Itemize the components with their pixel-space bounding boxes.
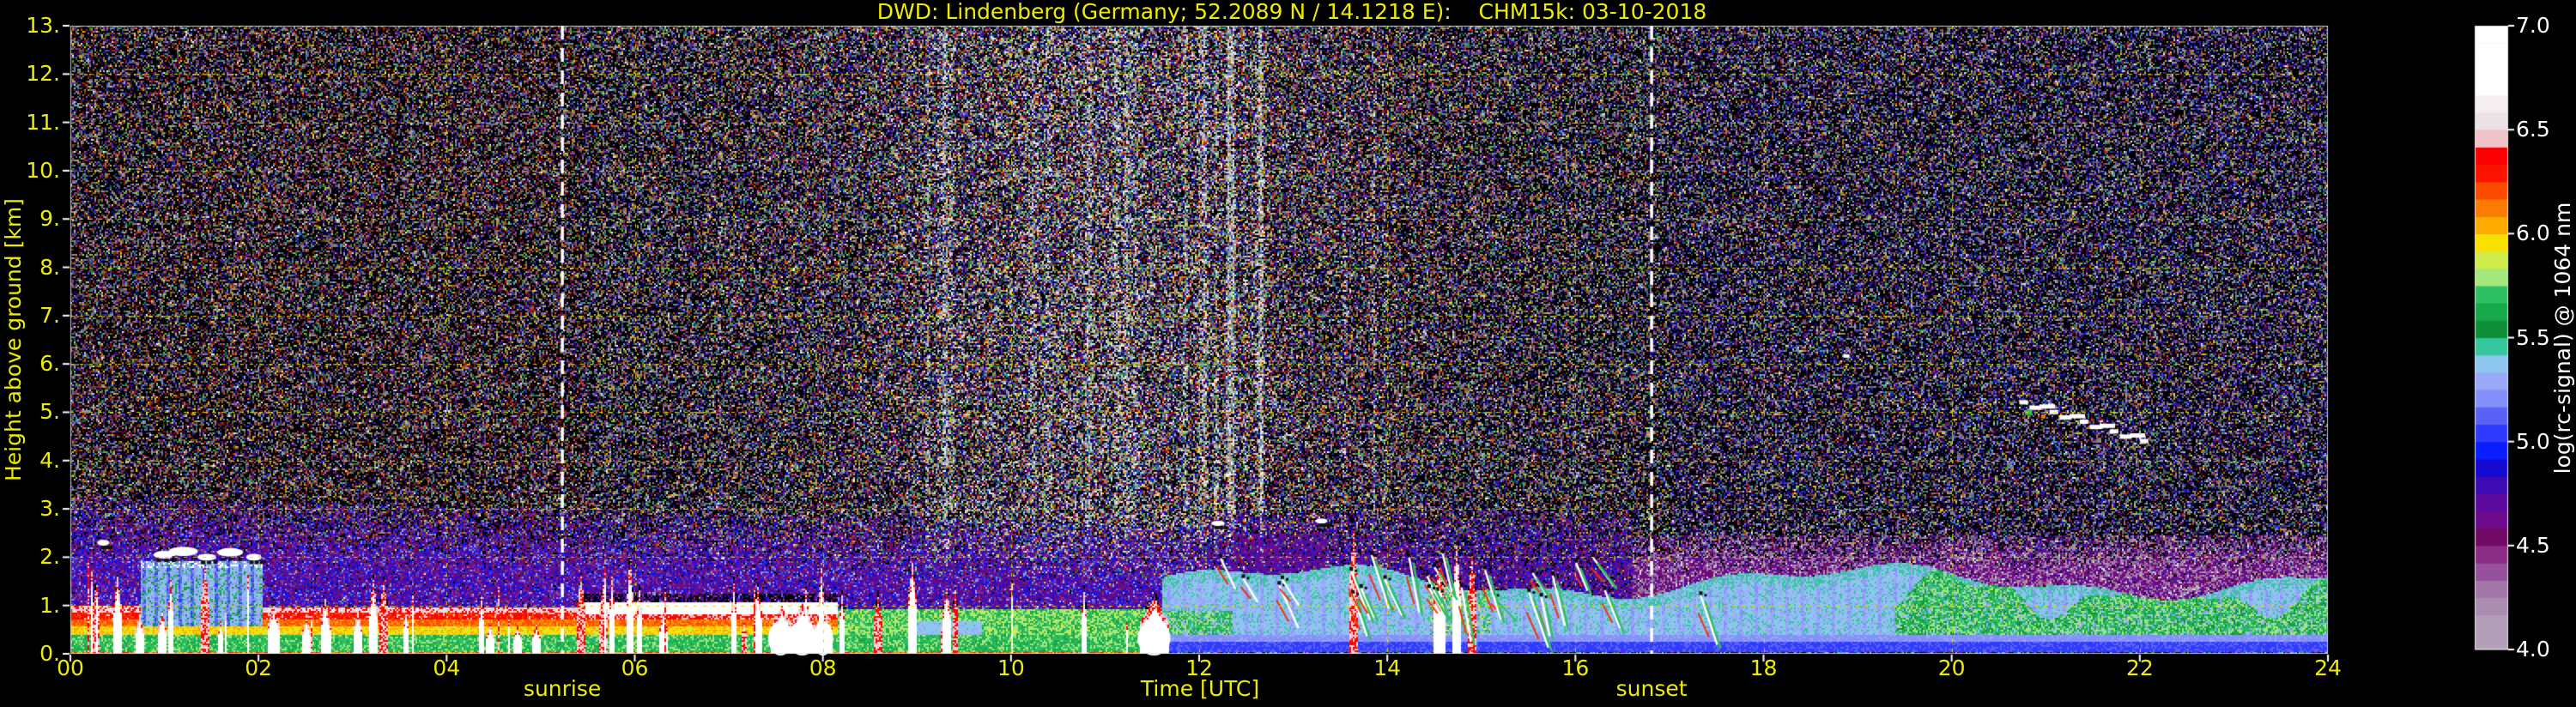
colorbar-tick-label: 6.5 [2516, 117, 2550, 142]
plot-canvas [0, 0, 2576, 707]
colorbar-tick-label: 6.0 [2516, 221, 2550, 246]
y-tick-label: 1. [39, 592, 60, 618]
x-tick-label: 20 [1937, 656, 1966, 680]
y-axis-label: Height above ground [km] [1, 198, 26, 481]
x-tick-label: 08 [809, 656, 837, 680]
sunset-annotation: sunset [1615, 676, 1688, 701]
x-tick-label: 22 [2125, 656, 2154, 680]
y-tick-label: 12. [26, 61, 60, 87]
colorbar-tick-label: 7.0 [2516, 13, 2550, 38]
ceilometer-quicklook-figure: DWD: Lindenberg (Germany; 52.2089 N / 14… [0, 0, 2576, 707]
x-tick-label: 10 [997, 656, 1025, 680]
x-tick-label: 24 [2314, 656, 2342, 680]
y-tick-label: 2. [39, 544, 60, 570]
colorbar-tick-label: 5.5 [2516, 324, 2550, 350]
colorbar-tick-label: 4.0 [2516, 637, 2550, 662]
y-tick-label: 5. [39, 399, 60, 425]
x-tick-label: 16 [1561, 656, 1590, 680]
colorbar-label: log(rc-signal) @ 1064 nm [2550, 202, 2575, 474]
y-tick-label: 4. [39, 447, 60, 473]
y-tick-label: 8. [39, 254, 60, 280]
y-tick-label: 10. [26, 157, 60, 183]
colorbar-tick-label: 5.0 [2516, 428, 2550, 454]
sunrise-annotation: sunrise [523, 676, 602, 701]
x-tick-label: 00 [57, 656, 84, 680]
x-axis-label: Time [UTC] [1140, 676, 1260, 701]
y-tick-label: 11. [26, 109, 60, 135]
x-tick-label: 18 [1749, 656, 1778, 680]
x-tick-label: 06 [621, 656, 649, 680]
x-tick-label: 02 [245, 656, 273, 680]
y-tick-label: 0. [39, 641, 60, 666]
x-tick-label: 04 [433, 656, 461, 680]
y-tick-label: 3. [39, 496, 60, 522]
x-tick-label: 14 [1373, 656, 1402, 680]
x-tick-label: 12 [1185, 656, 1213, 680]
y-tick-label: 7. [39, 302, 60, 328]
y-tick-label: 6. [39, 351, 60, 377]
y-tick-label: 13. [26, 13, 60, 38]
colorbar-tick-label: 4.5 [2516, 532, 2550, 558]
y-tick-label: 9. [39, 206, 60, 232]
plot-title: DWD: Lindenberg (Germany; 52.2089 N / 14… [876, 0, 1707, 24]
